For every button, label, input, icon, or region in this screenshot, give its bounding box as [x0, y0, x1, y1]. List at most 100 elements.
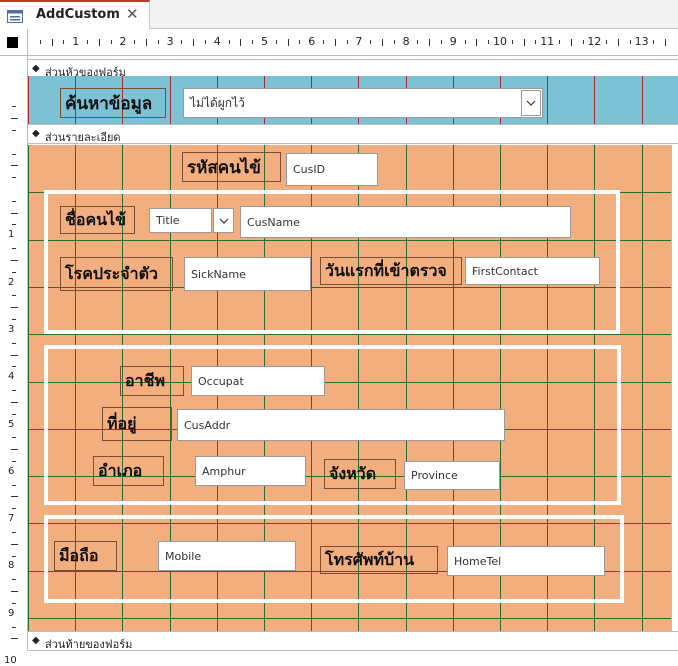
- cusaddr-field[interactable]: CusAddr: [177, 409, 505, 441]
- hometel-field[interactable]: HomeTel: [447, 546, 605, 576]
- firstdate-label[interactable]: วันแรกที่เข้าตรวจ: [320, 257, 462, 285]
- ruler-tick: [535, 40, 537, 44]
- address-label[interactable]: ที่อยู่: [102, 407, 172, 441]
- grid-line: [28, 145, 29, 631]
- grid-line: [28, 76, 29, 124]
- chevron-down-icon[interactable]: [213, 208, 234, 233]
- occupation-label[interactable]: อาชีพ: [120, 366, 184, 396]
- ruler-tick: [63, 40, 65, 44]
- ruler-tick: [582, 40, 584, 44]
- cusid-label[interactable]: รหัสคนไข้: [182, 152, 281, 182]
- form-selector-icon[interactable]: [7, 37, 18, 48]
- cusname-field[interactable]: CusName: [240, 206, 571, 238]
- ruler-tick: [287, 38, 289, 46]
- ruler-tick: [12, 366, 16, 368]
- ruler-tick: [441, 40, 442, 44]
- ruler-number: 10: [493, 35, 507, 48]
- tab-addcustom[interactable]: AddCustom ✕: [0, 0, 150, 29]
- ruler-tick: [12, 555, 16, 557]
- ruler-tick: [417, 40, 419, 44]
- ruler-tick: [10, 449, 18, 451]
- ruler-tick: [559, 40, 560, 44]
- ruler-tick: [10, 259, 18, 261]
- cusid-field[interactable]: CusID: [286, 153, 378, 186]
- ruler-tick: [12, 271, 16, 273]
- ruler-tick: [193, 38, 195, 46]
- ruler-number: 10: [4, 655, 17, 666]
- amphur-field[interactable]: Amphur: [195, 456, 306, 486]
- ruler-tick: [570, 38, 572, 46]
- grid-line: [641, 76, 643, 124]
- ruler-tick: [146, 38, 147, 46]
- grid-line: [641, 145, 643, 631]
- ruler-tick: [275, 40, 277, 44]
- firstcontact-field[interactable]: FirstContact: [465, 257, 600, 285]
- form-header-section[interactable]: ค้นหาข้อมูล ไม่ได้ผูกไว้: [28, 76, 678, 124]
- hometel-label[interactable]: โทรศัพท์บ้าน: [320, 546, 438, 574]
- mobile-field[interactable]: Mobile: [158, 541, 296, 571]
- amphur-label[interactable]: อำเภอ: [93, 456, 164, 486]
- ruler-tick: [629, 40, 631, 44]
- sickname-field[interactable]: SickName: [184, 257, 311, 291]
- ruler-tick: [12, 579, 16, 581]
- name-label[interactable]: ชื่อคนไข้: [60, 206, 135, 234]
- ruler-number: 1: [8, 229, 15, 241]
- section-arrow-icon: ◆: [32, 63, 40, 74]
- ruler-number: 8: [402, 35, 410, 48]
- ruler-number: 7: [8, 513, 15, 525]
- ruler-number: 4: [8, 371, 15, 383]
- ruler-number: 9: [449, 35, 457, 48]
- section-arrow-icon: ◆: [32, 635, 40, 646]
- horizontal-ruler[interactable]: 1 2 3 4 5 6 7 8 9 10 11 12 13: [28, 29, 678, 56]
- ruler-tick: [488, 40, 490, 44]
- ruler-number: 8: [8, 560, 15, 572]
- section-arrow-icon: ◆: [32, 128, 40, 139]
- ruler-number: 3: [8, 323, 15, 335]
- ruler-tick: [181, 40, 183, 44]
- grid-line: [28, 334, 671, 336]
- ruler-tick: [10, 354, 18, 356]
- detail-right-edge: [671, 145, 678, 631]
- occupat-field[interactable]: Occupat: [191, 366, 325, 396]
- title-combo[interactable]: Title: [149, 208, 212, 233]
- ruler-tick: [12, 413, 16, 415]
- vertical-ruler[interactable]: 1 2 3 4 5 6 7 8 9 10: [0, 56, 28, 666]
- sick-label[interactable]: โรคประจำตัว: [60, 257, 173, 291]
- ruler-tick: [12, 602, 16, 604]
- ruler-number: 9: [8, 607, 15, 619]
- ruler-tick: [382, 38, 383, 46]
- ruler-tick: [39, 40, 41, 44]
- mobile-label[interactable]: มือถือ: [54, 541, 117, 571]
- ruler-tick: [12, 200, 16, 202]
- ruler-tick: [12, 106, 16, 108]
- ruler-number: 2: [8, 276, 15, 288]
- ruler-tick: [464, 40, 466, 44]
- ruler-tick: [12, 508, 16, 510]
- form-detail-section[interactable]: รหัสคนไข้ CusID ชื่อคนไข้ Title CusName …: [28, 145, 671, 631]
- grid-line: [169, 76, 171, 124]
- search-combo[interactable]: ไม่ได้ผูกไว้: [183, 88, 543, 118]
- ruler-tick: [12, 437, 16, 439]
- chevron-down-icon[interactable]: [521, 90, 541, 116]
- ruler-number: 7: [355, 35, 363, 48]
- close-icon[interactable]: ✕: [126, 5, 139, 23]
- ruler-tick: [10, 307, 18, 309]
- section-bar-footer[interactable]: ◆ ส่วนท้ายของฟอร์ม: [28, 631, 678, 651]
- ruler-tick: [240, 38, 242, 46]
- ruler-tick: [12, 626, 16, 628]
- search-label[interactable]: ค้นหาข้อมูล: [60, 88, 166, 118]
- ruler-tick: [429, 38, 431, 46]
- section-label: ส่วนท้ายของฟอร์ม: [45, 638, 133, 651]
- ruler-tick: [665, 38, 667, 46]
- ruler-tick: [606, 40, 608, 44]
- ruler-tick: [252, 40, 254, 44]
- province-field[interactable]: Province: [404, 461, 500, 490]
- ruler-number: 11: [540, 35, 555, 48]
- ruler-tick: [12, 531, 16, 533]
- ruler-tick: [370, 40, 372, 44]
- ruler-tick: [12, 390, 16, 392]
- ruler-number: 3: [166, 35, 174, 48]
- province-label[interactable]: จังหวัด: [324, 459, 396, 489]
- section-bar-detail[interactable]: ◆ ส่วนรายละเอียด: [28, 124, 678, 144]
- ruler-tick: [12, 129, 16, 131]
